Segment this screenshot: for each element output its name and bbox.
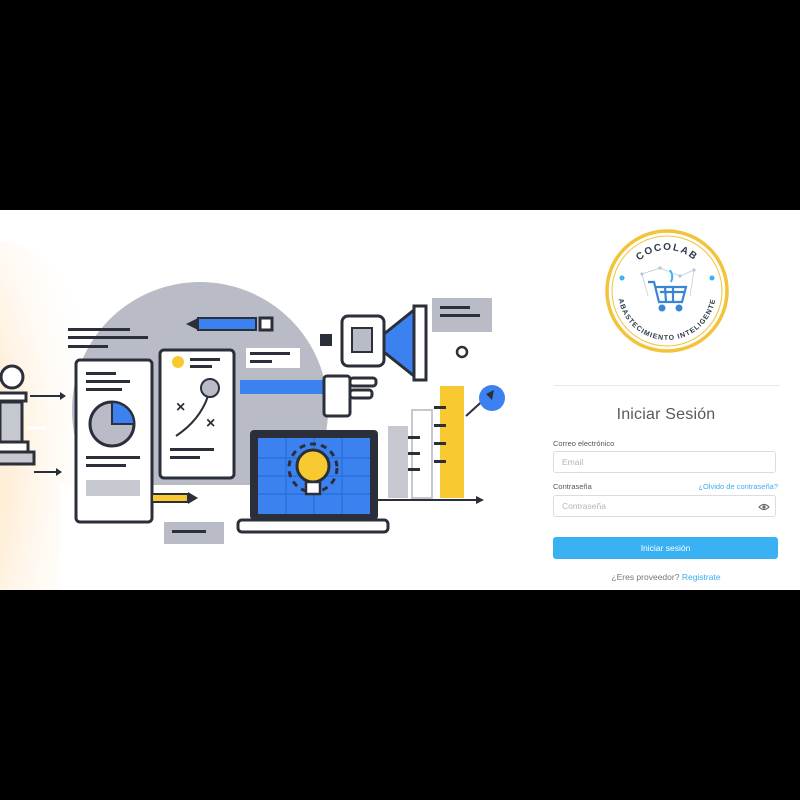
email-input[interactable] xyxy=(553,451,776,473)
lightbulb-icon xyxy=(295,448,331,484)
register-prompt: ¿Eres proveedor? xyxy=(611,572,680,582)
register-prompt-line: ¿Eres proveedor? Registrate xyxy=(550,572,782,582)
laptop-icon xyxy=(236,430,390,534)
pencil-icon xyxy=(186,316,274,332)
register-link[interactable]: Registrate xyxy=(682,572,721,582)
document-icon xyxy=(74,358,154,524)
panel-divider xyxy=(554,385,780,386)
password-label: Contraseña xyxy=(553,482,592,491)
logo-emblem: COCOLAB ABASTECIMIENTO INTELIGENTE xyxy=(605,229,729,353)
hero-illustration: × × xyxy=(0,210,550,590)
svg-text:×: × xyxy=(176,399,185,416)
hero-illustration-svg: × × xyxy=(0,240,505,590)
login-panel: COCOLAB ABASTECIMIENTO INTELIGENTE Inici… xyxy=(550,210,800,590)
password-input[interactable] xyxy=(553,495,776,517)
login-title: Iniciar Sesión xyxy=(616,406,716,423)
login-page: × × COCOLAB ABASTECIMIENTO INTELIGENTE I… xyxy=(0,210,800,590)
bar-chart-icon xyxy=(372,385,505,504)
svg-text:×: × xyxy=(206,415,215,432)
forgot-password-link[interactable]: ¿Olvido de contraseña? xyxy=(698,482,778,491)
email-label: Correo electrónico xyxy=(553,439,615,448)
strategy-sheet: × × xyxy=(158,348,236,480)
login-submit-button[interactable]: Iniciar sesión xyxy=(553,537,778,559)
eye-icon[interactable] xyxy=(758,500,770,512)
cocolab-logo: COCOLAB ABASTECIMIENTO INTELIGENTE xyxy=(602,226,732,356)
